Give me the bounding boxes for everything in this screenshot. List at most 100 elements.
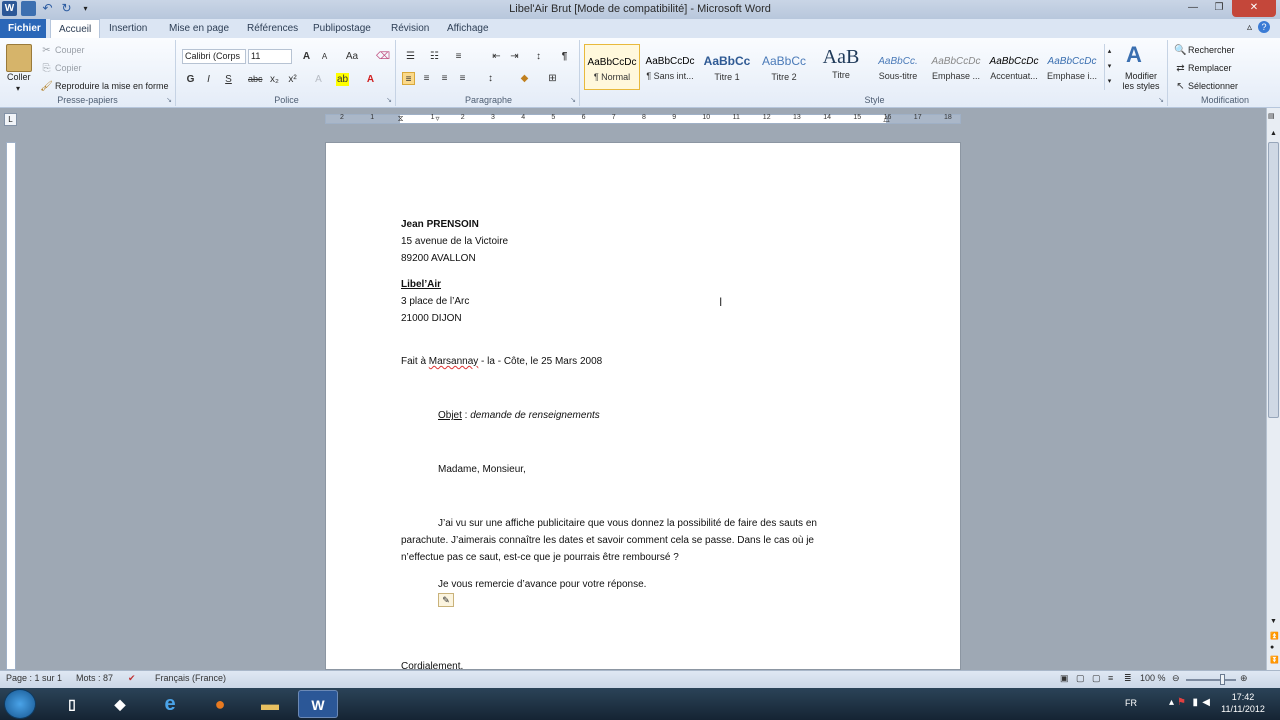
help-icon[interactable]: ?	[1258, 21, 1270, 33]
styles-scroll[interactable]: ▴ ▾ ▾	[1104, 44, 1114, 90]
ruler-tab-selector[interactable]: L	[4, 113, 17, 126]
tab-mailings[interactable]: Publipostage	[305, 19, 379, 38]
language[interactable]: Français (France)	[155, 673, 226, 683]
internet-explorer-icon[interactable]: e	[150, 690, 190, 718]
paste-dropdown-icon[interactable]: ▾	[16, 84, 20, 93]
bullets-icon[interactable]: ☰	[404, 50, 417, 63]
bold-button[interactable]: G	[184, 73, 197, 86]
font-name-combo[interactable]: Calibri (Corps	[182, 49, 246, 64]
minimize-button[interactable]: —	[1180, 0, 1206, 17]
find-icon[interactable]: 🔍	[1174, 44, 1187, 57]
tab-review[interactable]: Révision	[383, 19, 437, 38]
grow-font-icon[interactable]: A	[300, 50, 313, 63]
next-page-icon[interactable]: ⏬	[1270, 656, 1279, 664]
tab-references[interactable]: Références	[239, 19, 306, 38]
style-intense-emphasis[interactable]: AaBbCcDc Emphase i...	[1044, 44, 1100, 90]
cut-button[interactable]: Couper	[55, 45, 85, 55]
style-heading-1[interactable]: AaBbCc Titre 1	[699, 44, 755, 90]
scroll-thumb[interactable]	[1268, 142, 1279, 418]
text-effects-icon[interactable]: A	[312, 73, 325, 86]
maximize-button[interactable]: ❐	[1206, 0, 1232, 17]
firefox-icon[interactable]: ●	[200, 690, 240, 718]
style-no-spacing[interactable]: AaBbCcDc ¶ Sans int...	[642, 44, 698, 90]
justify-icon[interactable]: ≡	[456, 72, 469, 85]
style-emphasis[interactable]: AaBbCcDc Accentuat...	[986, 44, 1042, 90]
select-icon[interactable]: ↖	[1174, 80, 1187, 93]
web-layout-icon[interactable]: ▢	[1092, 673, 1101, 684]
zoom-slider[interactable]	[1186, 679, 1236, 681]
line-spacing-icon[interactable]: ↕	[484, 72, 497, 85]
ruler-view-icon[interactable]: ▤	[1268, 112, 1275, 120]
draft-icon[interactable]: ≣	[1124, 673, 1132, 684]
vertical-scrollbar[interactable]: ▤ ▲ ▼ ⏫ ● ⏬	[1266, 108, 1280, 670]
italic-button[interactable]: I	[202, 73, 215, 86]
zoom-slider-thumb[interactable]	[1220, 674, 1225, 685]
vertical-ruler[interactable]	[6, 142, 16, 670]
align-right-icon[interactable]: ≡	[438, 72, 451, 85]
taskbar-app-icon[interactable]: ▯	[52, 690, 92, 718]
replace-button[interactable]: Remplacer	[1188, 63, 1232, 73]
style-subtle-emphasis[interactable]: AaBbCcDc Emphase ...	[928, 44, 984, 90]
autocorrect-options-icon[interactable]: ✎	[438, 593, 454, 607]
tab-view[interactable]: Affichage	[439, 19, 497, 38]
change-case-icon[interactable]: Aa	[342, 50, 362, 63]
scroll-down-icon[interactable]: ▼	[1270, 618, 1277, 625]
tab-file[interactable]: Fichier	[0, 19, 46, 38]
style-subtitle[interactable]: AaBbCc. Sous-titre	[870, 44, 926, 90]
clock-date[interactable]: 11/11/2012	[1218, 704, 1268, 714]
ribbon-minimize-icon[interactable]: ▵	[1247, 22, 1252, 33]
multilevel-list-icon[interactable]: ≡	[452, 50, 465, 63]
word-count[interactable]: Mots : 87	[76, 673, 113, 683]
style-normal[interactable]: AaBbCcDc ¶ Normal	[584, 44, 640, 90]
font-color-icon[interactable]: A	[364, 73, 377, 86]
page-count[interactable]: Page : 1 sur 1	[6, 673, 62, 683]
proofing-icon[interactable]: ✔	[128, 673, 136, 684]
zoom-in-icon[interactable]: ⊕	[1240, 673, 1248, 684]
decrease-indent-icon[interactable]: ⇤	[490, 50, 503, 63]
subscript-icon[interactable]: x₂	[268, 73, 281, 86]
clipboard-launcher-icon[interactable]: ↘	[166, 96, 172, 104]
browse-object-icon[interactable]: ●	[1270, 644, 1274, 651]
strikethrough-icon[interactable]: abc	[248, 73, 263, 86]
numbering-icon[interactable]: ☷	[428, 50, 441, 63]
zoom-level[interactable]: 100 %	[1140, 673, 1166, 683]
previous-page-icon[interactable]: ⏫	[1270, 632, 1279, 640]
network-icon[interactable]: ▮	[1192, 697, 1198, 708]
language-indicator[interactable]: FR	[1125, 698, 1137, 708]
replace-icon[interactable]: ⇄	[1174, 62, 1187, 75]
highlight-icon[interactable]: ab	[336, 73, 349, 86]
shrink-font-icon[interactable]: A	[318, 50, 331, 63]
superscript-icon[interactable]: x²	[286, 73, 299, 86]
cut-icon[interactable]: ✂	[40, 44, 53, 57]
close-button[interactable]: ✕	[1232, 0, 1276, 17]
outline-icon[interactable]: ≡	[1108, 673, 1113, 683]
shading-icon[interactable]: ◆	[518, 72, 531, 85]
full-screen-reading-icon[interactable]: ▢	[1076, 673, 1085, 684]
indent-marker-icon[interactable]: ⧖	[394, 112, 407, 125]
find-button[interactable]: Rechercher	[1188, 45, 1235, 55]
align-center-icon[interactable]: ≡	[420, 72, 433, 85]
scroll-up-icon[interactable]: ▲	[1270, 130, 1277, 137]
style-heading-2[interactable]: AaBbCc Titre 2	[756, 44, 812, 90]
format-painter-button[interactable]: Reproduire la mise en forme	[55, 81, 169, 91]
format-painter-icon[interactable]: 🖌	[40, 80, 53, 93]
clear-format-icon[interactable]: ⌫	[376, 50, 390, 63]
paragraph-launcher-icon[interactable]: ↘	[570, 96, 576, 104]
select-button[interactable]: Sélectionner	[1188, 81, 1238, 91]
paste-button[interactable]: Coller	[7, 72, 31, 82]
volume-icon[interactable]: ◀	[1202, 697, 1210, 708]
style-title[interactable]: AaB Titre	[813, 44, 869, 90]
horizontal-ruler[interactable]: ⧖ ▿ △ 2 1 1 2 3 4 5 6 7 8 9 10 11 12 13 14 15 16 17 18	[325, 114, 961, 124]
copy-button[interactable]: Copier	[55, 63, 82, 73]
folder-icon[interactable]: ▬	[250, 690, 290, 718]
show-formatting-icon[interactable]: ¶	[558, 50, 571, 63]
increase-indent-icon[interactable]: ⇥	[508, 50, 521, 63]
print-layout-icon[interactable]: ▣	[1060, 673, 1069, 684]
taskbar-app-icon[interactable]: ◆	[100, 690, 140, 718]
tab-page-layout[interactable]: Mise en page	[161, 19, 237, 38]
show-hidden-icons-icon[interactable]: ▴	[1169, 697, 1174, 708]
styles-launcher-icon[interactable]: ↘	[1158, 96, 1164, 104]
tab-insert[interactable]: Insertion	[101, 19, 155, 38]
change-styles-icon[interactable]: A	[1126, 42, 1142, 68]
zoom-out-icon[interactable]: ⊖	[1172, 673, 1180, 684]
